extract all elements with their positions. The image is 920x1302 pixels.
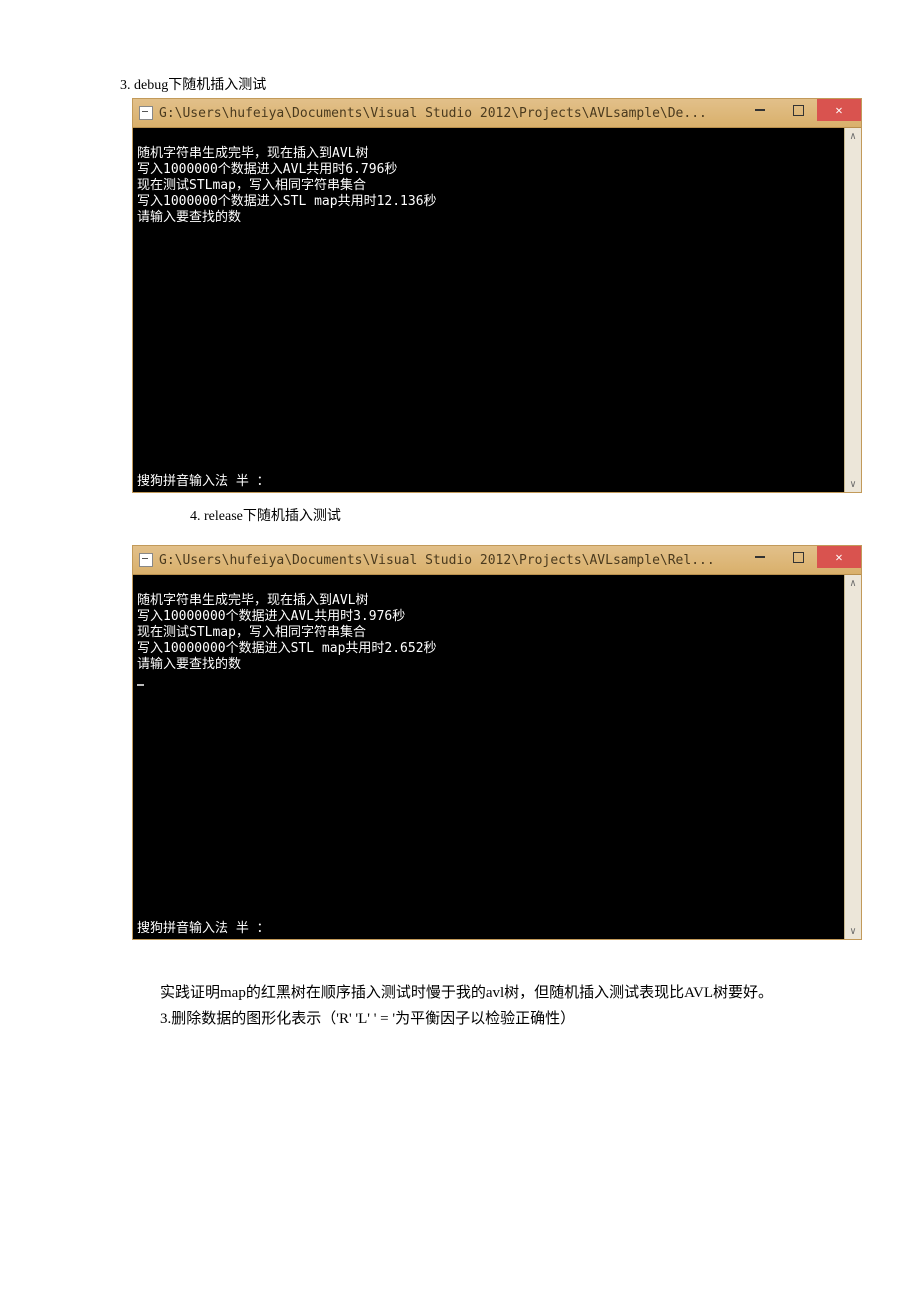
close-button[interactable]: [817, 99, 861, 121]
body-text: 实践证明map的红黑树在顺序插入测试时慢于我的avl树，但随机插入测试表现比AV…: [160, 980, 780, 1032]
output-line: 请输入要查找的数: [137, 210, 241, 225]
minimize-button[interactable]: [741, 99, 779, 121]
scrollbar[interactable]: ∧ ∨: [844, 128, 861, 492]
output-line: 随机字符串生成完毕，现在插入到AVL树: [137, 146, 368, 161]
window-title: G:\Users\hufeiya\Documents\Visual Studio…: [159, 106, 741, 121]
output-line: 写入1000000个数据进入AVL共用时6.796秒: [137, 162, 397, 177]
console-output: 随机字符串生成完毕，现在插入到AVL树 写入10000000个数据进入AVL共用…: [133, 575, 844, 939]
console-body: 随机字符串生成完毕，现在插入到AVL树 写入10000000个数据进入AVL共用…: [133, 575, 861, 939]
window-buttons: [741, 99, 861, 127]
cursor-icon: [137, 684, 144, 686]
window-icon: [139, 106, 153, 120]
scroll-track[interactable]: [845, 591, 861, 923]
ime-status: 搜狗拼音输入法 半 ：: [137, 921, 270, 937]
output-line: 写入10000000个数据进入STL map共用时2.652秒: [137, 641, 437, 656]
scroll-track[interactable]: [845, 144, 861, 476]
output-line: 请输入要查找的数: [137, 657, 241, 672]
output-line: 现在测试STLmap，写入相同字符串集合: [137, 625, 366, 640]
close-button[interactable]: [817, 546, 861, 568]
output-line: 写入1000000个数据进入STL map共用时12.136秒: [137, 194, 437, 209]
caption-4: 4. release下随机插入测试: [190, 505, 860, 525]
scroll-down-icon[interactable]: ∨: [845, 476, 861, 492]
minimize-button[interactable]: [741, 546, 779, 568]
output-line: 写入10000000个数据进入AVL共用时3.976秒: [137, 609, 405, 624]
scroll-up-icon[interactable]: ∧: [845, 575, 861, 591]
paragraph: 实践证明map的红黑树在顺序插入测试时慢于我的avl树，但随机插入测试表现比AV…: [160, 980, 780, 1006]
titlebar[interactable]: G:\Users\hufeiya\Documents\Visual Studio…: [133, 99, 861, 128]
scroll-up-icon[interactable]: ∧: [845, 128, 861, 144]
scroll-down-icon[interactable]: ∨: [845, 923, 861, 939]
console-window-debug: G:\Users\hufeiya\Documents\Visual Studio…: [132, 98, 862, 493]
window-title: G:\Users\hufeiya\Documents\Visual Studio…: [159, 553, 741, 568]
maximize-button[interactable]: [779, 546, 817, 568]
console-window-release: G:\Users\hufeiya\Documents\Visual Studio…: [132, 545, 862, 940]
document-page: 3. debug下随机插入测试 G:\Users\hufeiya\Documen…: [0, 0, 920, 1092]
window-icon: [139, 553, 153, 567]
maximize-button[interactable]: [779, 99, 817, 121]
output-line: 现在测试STLmap，写入相同字符串集合: [137, 178, 366, 193]
console-output: 随机字符串生成完毕，现在插入到AVL树 写入1000000个数据进入AVL共用时…: [133, 128, 844, 492]
paragraph: 3.删除数据的图形化表示（'R' 'L' ' = '为平衡因子以检验正确性）: [160, 1006, 780, 1032]
console-body: 随机字符串生成完毕，现在插入到AVL树 写入1000000个数据进入AVL共用时…: [133, 128, 861, 492]
output-line: 随机字符串生成完毕，现在插入到AVL树: [137, 593, 368, 608]
scrollbar[interactable]: ∧ ∨: [844, 575, 861, 939]
titlebar[interactable]: G:\Users\hufeiya\Documents\Visual Studio…: [133, 546, 861, 575]
caption-3: 3. debug下随机插入测试: [120, 74, 860, 94]
ime-status: 搜狗拼音输入法 半 ：: [137, 474, 270, 490]
window-buttons: [741, 546, 861, 574]
